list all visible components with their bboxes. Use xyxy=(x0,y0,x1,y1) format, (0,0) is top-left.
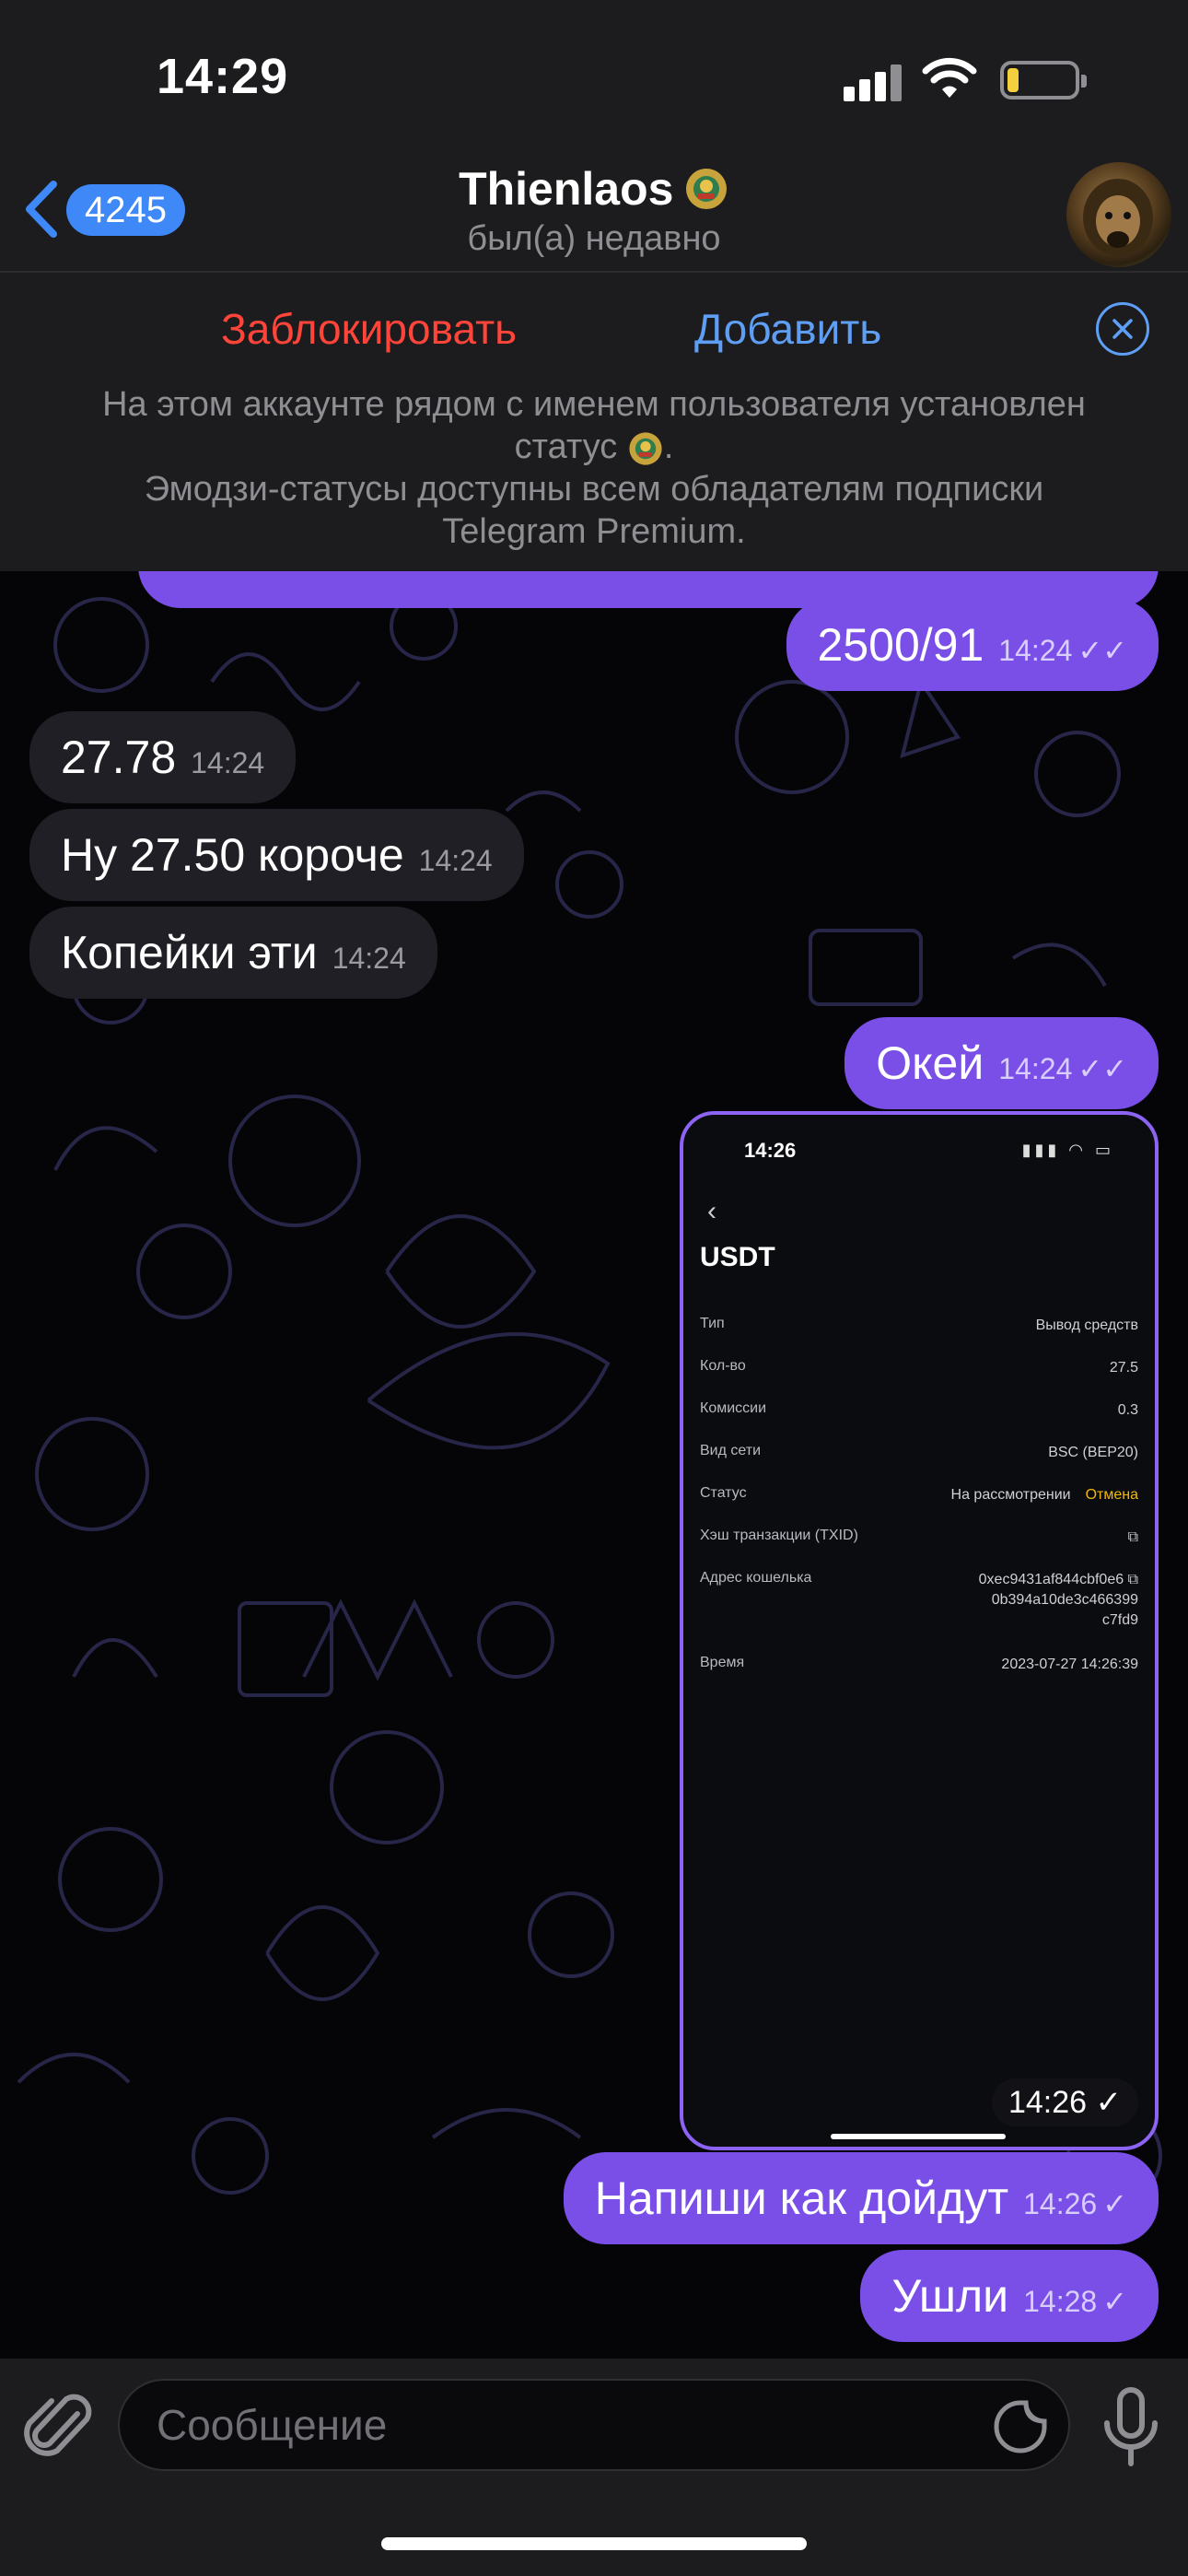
row-value: Вывод средств xyxy=(1035,1317,1138,1333)
message-bubble-in[interactable]: 27.78 14:24 xyxy=(29,711,297,803)
row-value-text: На рассмотрении xyxy=(950,1487,1071,1503)
row-value: 0.3 xyxy=(1117,1402,1138,1418)
premium-status-banner: Заблокировать Добавить На этом аккаунте … xyxy=(0,271,1188,571)
status-time: 14:29 xyxy=(157,49,289,104)
emoji-status-icon xyxy=(629,432,662,465)
banner-line: Telegram Premium. xyxy=(442,512,746,551)
screenshot-home-indicator xyxy=(831,2134,1006,2139)
avatar[interactable] xyxy=(1066,162,1171,267)
single-check-icon: ✓ xyxy=(1102,2285,1127,2318)
message-text: 2500/91 xyxy=(817,619,984,671)
banner-text: На этом аккаунте рядом с именем пользова… xyxy=(37,383,1151,553)
chat-header: 4245 Thienlaos был(а) недавно xyxy=(0,157,1188,271)
screenshot-status-time: 14:26 xyxy=(744,1139,797,1162)
message-time: 14:24 xyxy=(418,844,493,877)
chat-title: Thienlaos xyxy=(459,163,674,215)
row-value: 0xec9431af844cbf0e6 ⧉ 0b394a10de3c466399… xyxy=(979,1570,1138,1631)
row-label: Хэш транзакции (TXID) xyxy=(700,1528,858,1543)
row-value-line: 0b394a10de3c466399 xyxy=(991,1592,1138,1608)
double-check-icon: ✓✓ xyxy=(1077,1052,1127,1085)
row-label: Статус xyxy=(700,1485,747,1501)
message-text: Напиши как дойдут xyxy=(594,2172,1009,2224)
screenshot-back-icon: ‹ xyxy=(707,1196,716,1226)
avatar-image xyxy=(1083,179,1153,256)
message-input[interactable] xyxy=(118,2379,1070,2471)
banner-line: На этом аккаунте рядом с именем пользова… xyxy=(102,385,1086,424)
banner-line: статус xyxy=(514,427,618,466)
banner-line-status: статус . xyxy=(514,427,674,466)
message-text: 27.78 xyxy=(61,732,177,783)
header-title-group[interactable]: Thienlaos xyxy=(0,162,1188,216)
sticker-icon[interactable] xyxy=(993,2399,1048,2454)
message-text: Окей xyxy=(876,1037,984,1089)
message-time: 14:28 xyxy=(1023,2285,1098,2318)
message-text: Ну 27.50 короче xyxy=(61,829,404,881)
message-bubble-out[interactable]: Напиши как дойдут 14:26 ✓ xyxy=(563,2152,1159,2244)
row-label: Комиссии xyxy=(700,1400,767,1416)
copy-icon: ⧉ xyxy=(1127,1529,1138,1545)
message-text: Копейки эти xyxy=(61,927,318,978)
row-label: Кол-во xyxy=(700,1358,746,1374)
paperclip-icon[interactable] xyxy=(24,2386,94,2469)
row-label: Вид сети xyxy=(700,1443,762,1458)
message-time: 14:24 xyxy=(191,746,265,779)
close-circle-icon[interactable] xyxy=(1096,302,1149,356)
message-bubble-out[interactable]: Окей 14:24 ✓✓ xyxy=(844,1017,1159,1109)
row-label: Время xyxy=(700,1655,745,1670)
row-value: BSC (BEP20) xyxy=(1048,1445,1138,1460)
message-composer xyxy=(0,2359,1188,2576)
message-bubble-in[interactable]: Ну 27.50 короче 14:24 xyxy=(29,809,524,901)
row-value: На рассмотрении Отмена xyxy=(951,1485,1138,1505)
battery-icon xyxy=(1000,61,1087,100)
row-value: 27.5 xyxy=(1109,1360,1138,1376)
add-contact-button[interactable]: Добавить xyxy=(694,304,881,354)
row-label: Адрес кошелька xyxy=(700,1570,812,1586)
photo-time-stamp: 14:26 ✓ xyxy=(991,2078,1138,2126)
status-bar: 14:29 xyxy=(0,0,1188,157)
last-seen-status: был(а) недавно xyxy=(467,219,721,258)
microphone-icon[interactable] xyxy=(1100,2386,1162,2469)
double-check-icon: ✓✓ xyxy=(1077,634,1127,667)
block-button[interactable]: Заблокировать xyxy=(221,304,517,354)
row-value-line: 0xec9431af844cbf0e6 ⧉ xyxy=(978,1572,1138,1587)
message-time: 14:24 xyxy=(998,634,1073,667)
cellular-signal-icon xyxy=(844,64,903,101)
message-text: Ушли xyxy=(891,2270,1009,2322)
message-time: 14:24 xyxy=(998,1052,1073,1085)
message-time: 14:26 xyxy=(1007,2085,1088,2120)
photo-message[interactable]: 14:26 ▮▮▮ ◠ ▭ ‹ USDT Тип Вывод средств К… xyxy=(680,1111,1159,2150)
single-check-icon: ✓ xyxy=(1095,2085,1123,2120)
message-bubble-out[interactable]: 2500/91 14:24 ✓✓ xyxy=(786,599,1159,691)
message-bubble-in[interactable]: Копейки эти 14:24 xyxy=(29,907,437,999)
message-bubble-out[interactable]: Ушли 14:28 ✓ xyxy=(860,2250,1159,2342)
emoji-status-icon xyxy=(685,169,727,209)
message-time: 14:24 xyxy=(332,942,406,975)
message-time: 14:26 xyxy=(1023,2187,1098,2220)
row-value-line: c7fd9 xyxy=(1101,1612,1138,1628)
screenshot-title: USDT xyxy=(700,1242,775,1272)
screenshot-status-icons: ▮▮▮ ◠ ▭ xyxy=(1021,1141,1114,1159)
chat-history[interactable]: 2500/91 14:24 ✓✓ 27.78 14:24 Ну 27.50 короч… xyxy=(0,571,1188,2359)
row-label: Тип xyxy=(700,1316,725,1331)
row-action: Отмена xyxy=(1085,1487,1138,1503)
single-check-icon: ✓ xyxy=(1102,2187,1127,2220)
row-value: 2023-07-27 14:26:39 xyxy=(1001,1657,1138,1672)
banner-line: Эмодзи-статусы доступны всем обладателям… xyxy=(144,470,1044,509)
home-indicator xyxy=(381,2537,807,2550)
wifi-icon xyxy=(922,57,977,98)
